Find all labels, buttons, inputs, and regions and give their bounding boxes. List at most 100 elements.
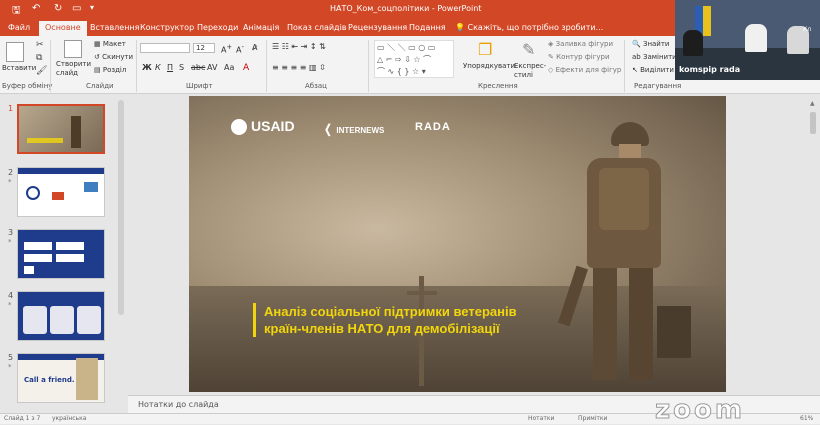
bold-icon[interactable]: Ж xyxy=(142,63,152,72)
soldier-figure xyxy=(71,116,81,148)
paste-icon[interactable] xyxy=(6,42,24,62)
slide-thumbnail-1[interactable] xyxy=(17,104,105,154)
tab-insert[interactable]: Вставлення xyxy=(90,23,139,32)
section-icon: ▤ xyxy=(94,66,103,74)
shape-fill-button[interactable]: ◈ Заливка фігури xyxy=(548,40,613,48)
font-color-icon[interactable]: A xyxy=(243,63,249,73)
copy-icon[interactable]: ⧉ xyxy=(36,53,42,63)
header-strip xyxy=(18,168,104,174)
clear-format-icon[interactable]: A̷ xyxy=(252,43,257,52)
slide-title[interactable]: Аналіз соціальної підтримки ветеранів кр… xyxy=(253,303,517,337)
arrange-button[interactable]: Упорядкувати xyxy=(463,62,515,70)
quick-styles-button[interactable]: Експрес-стилі xyxy=(514,62,548,80)
divider xyxy=(624,40,625,92)
shape-effects-button[interactable]: ◇ Ефекти для фігур xyxy=(548,66,621,74)
tab-slideshow[interactable]: Показ слайдів xyxy=(287,23,347,32)
rada-logo: RADA xyxy=(415,121,451,133)
participant-avatar xyxy=(683,30,703,56)
group-font-label: Шрифт xyxy=(186,82,213,90)
thumbnail-number: 2 xyxy=(8,168,14,177)
tab-home[interactable]: Основне xyxy=(39,21,87,36)
find-button[interactable]: 🔍 Знайти xyxy=(632,40,669,48)
undo-icon[interactable]: ↶ xyxy=(32,3,40,14)
language-indicator[interactable]: українська xyxy=(52,415,86,422)
italic-icon[interactable]: К xyxy=(155,63,161,72)
reset-button[interactable]: ↺ Скинути xyxy=(94,53,133,61)
canvas-scrollbar[interactable] xyxy=(808,100,818,390)
paste-button[interactable]: Вставити xyxy=(2,64,36,72)
select-button[interactable]: ↖ Виділити xyxy=(632,66,674,74)
group-drawing-label: Креслення xyxy=(478,82,518,90)
scroll-up-icon[interactable]: ▲ xyxy=(810,100,815,107)
soldier-backpack xyxy=(599,168,649,230)
cut-icon[interactable]: ✂ xyxy=(36,40,44,50)
shapes-gallery[interactable]: ▭ ＼ ＼ ▭ ○ ▭ △ ⌐ ⇨ ⇩ ☆ ⌒ ⌒ ∿ { } ☆ ▾ xyxy=(374,40,454,78)
quick-styles-icon[interactable]: ✎ xyxy=(522,40,540,59)
layout-button[interactable]: ▦ Макет xyxy=(94,40,126,48)
search-icon: 🔍 xyxy=(632,40,643,48)
group-clipboard-label: Буфер обміну xyxy=(2,82,53,90)
text-box-mini xyxy=(24,242,52,250)
change-case-icon[interactable]: Aa xyxy=(224,63,234,72)
tab-transitions[interactable]: Переходи xyxy=(197,23,238,32)
reset-label: Скинути xyxy=(102,53,134,61)
thumbnail-number: 3 xyxy=(8,228,14,237)
underline-icon[interactable]: П xyxy=(167,63,173,72)
slide-counter: Слайд 1 з 7 xyxy=(4,415,41,422)
section-button[interactable]: ▤ Розділ xyxy=(94,66,126,74)
textbox-icon[interactable]: ▭ ＼ ＼ ▭ ○ ▭ xyxy=(377,42,435,53)
notes-toggle[interactable]: Нотатки xyxy=(528,415,554,422)
strikethrough-icon[interactable]: abc xyxy=(191,63,205,72)
tab-design[interactable]: Конструктор xyxy=(140,23,194,32)
replace-button[interactable]: ab Замінити xyxy=(632,53,677,61)
customize-qat-icon[interactable]: ▾ xyxy=(90,3,94,12)
shrink-font-icon[interactable]: A- xyxy=(236,43,244,55)
shape-row-icons-2[interactable]: ⌒ ∿ { } ☆ ▾ xyxy=(377,66,426,77)
participant-avatar xyxy=(745,24,767,52)
align-icons[interactable]: ≡ ≡ ≡ ≡ ▥ ⇳ xyxy=(272,63,326,72)
slide-title-line-1: Аналіз соціальної підтримки ветеранів xyxy=(264,304,517,319)
tell-me-box[interactable]: 💡 Скажіть, що потрібно зробити... xyxy=(455,23,603,32)
card-mini xyxy=(77,306,101,334)
pen-icon: ✎ xyxy=(548,53,557,61)
slide-thumbnail-5[interactable]: Call a friend. xyxy=(17,353,105,403)
comments-toggle[interactable]: Примітки xyxy=(578,415,607,422)
shadow-icon[interactable]: S xyxy=(179,63,184,72)
photo-mini xyxy=(76,358,98,400)
redo-icon[interactable]: ↻ xyxy=(54,3,62,14)
canvas-scroll-thumb[interactable] xyxy=(810,112,816,134)
internews-swoosh-icon: ❬ xyxy=(323,122,337,136)
new-slide-button[interactable]: Створити слайд xyxy=(56,60,92,78)
font-size-box[interactable]: 12 xyxy=(193,43,215,53)
divider xyxy=(50,40,51,92)
card-mini xyxy=(50,306,74,334)
slide-1[interactable]: USAID ❬ INTERNEWS RADA Аналіз соціальної… xyxy=(189,96,726,392)
shape-row-icons[interactable]: △ ⌐ ⇨ ⇩ ☆ ⌒ xyxy=(377,54,431,65)
bullets-icon[interactable]: ☰ ☷ ⇤ ⇥ ↕ ⇅ xyxy=(272,42,326,51)
tab-file[interactable]: Файл xyxy=(8,23,30,32)
transition-marker: * xyxy=(8,301,12,309)
thumbnail-scrollbar[interactable] xyxy=(118,100,124,315)
format-painter-icon[interactable]: 🖌 xyxy=(36,66,47,76)
spacing-icon[interactable]: AV xyxy=(207,63,217,72)
present-icon[interactable]: ▭ xyxy=(72,3,81,14)
new-slide-icon[interactable] xyxy=(64,40,82,58)
zoom-level[interactable]: 61% xyxy=(800,415,813,422)
font-name-box[interactable] xyxy=(140,43,190,53)
slide-thumbnail-2[interactable] xyxy=(17,167,105,217)
tab-view[interactable]: Подання xyxy=(409,23,446,32)
paint-bucket-icon: ◈ xyxy=(548,40,556,48)
transition-marker: * xyxy=(8,178,12,186)
save-icon[interactable]: 🖫 xyxy=(12,3,21,20)
tab-animations[interactable]: Анімація xyxy=(243,23,279,32)
effects-icon: ◇ xyxy=(548,66,556,74)
select-label: Виділити xyxy=(640,66,674,74)
internews-logo: ❬ INTERNEWS xyxy=(323,122,384,136)
arrange-icon[interactable]: ❐ xyxy=(478,40,496,59)
slide-thumbnail-3[interactable] xyxy=(17,229,105,279)
shape-outline-button[interactable]: ✎ Контур фігури xyxy=(548,53,610,61)
tab-review[interactable]: Рецензування xyxy=(348,23,407,32)
zoom-watermark: zoom xyxy=(655,395,745,425)
grow-font-icon[interactable]: A+ xyxy=(221,43,232,55)
slide-thumbnail-4[interactable] xyxy=(17,291,105,341)
